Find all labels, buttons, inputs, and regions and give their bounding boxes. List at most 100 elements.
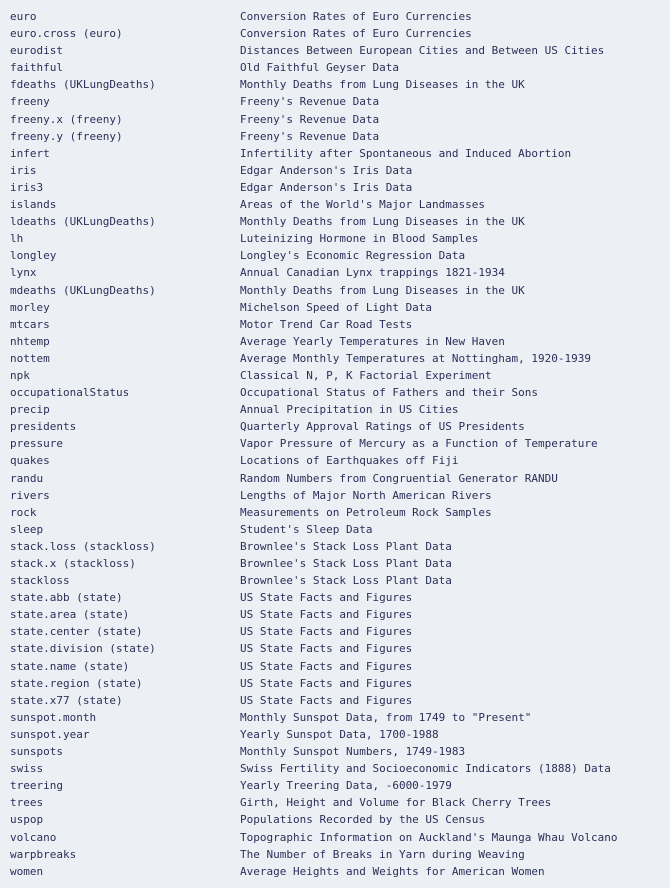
dataset-description: Monthly Sunspot Numbers, 1749-1983 <box>240 745 465 758</box>
dataset-row: infertInfertility after Spontaneous and … <box>10 145 660 162</box>
dataset-description: Conversion Rates of Euro Currencies <box>240 27 472 40</box>
dataset-name: faithful <box>10 59 240 76</box>
dataset-row: eurodistDistances Between European Citie… <box>10 42 660 59</box>
dataset-row: longleyLongley's Economic Regression Dat… <box>10 247 660 264</box>
dataset-name: iris3 <box>10 179 240 196</box>
dataset-name: occupationalStatus <box>10 384 240 401</box>
dataset-description: Brownlee's Stack Loss Plant Data <box>240 557 452 570</box>
dataset-name: state.x77 (state) <box>10 692 240 709</box>
dataset-description: Locations of Earthquakes off Fiji <box>240 454 459 467</box>
dataset-description: Brownlee's Stack Loss Plant Data <box>240 540 452 553</box>
dataset-row: nottemAverage Monthly Temperatures at No… <box>10 350 660 367</box>
dataset-name: lynx <box>10 264 240 281</box>
dataset-description: Old Faithful Geyser Data <box>240 61 399 74</box>
dataset-name: nhtemp <box>10 333 240 350</box>
dataset-row: state.abb (state)US State Facts and Figu… <box>10 589 660 606</box>
dataset-description: Freeny's Revenue Data <box>240 130 379 143</box>
dataset-description: Motor Trend Car Road Tests <box>240 318 412 331</box>
dataset-row: volcanoTopographic Information on Auckla… <box>10 829 660 846</box>
dataset-name: fdeaths (UKLungDeaths) <box>10 76 240 93</box>
dataset-row: treesGirth, Height and Volume for Black … <box>10 794 660 811</box>
dataset-description: Girth, Height and Volume for Black Cherr… <box>240 796 551 809</box>
dataset-description: Monthly Deaths from Lung Diseases in the… <box>240 284 525 297</box>
dataset-row: warpbreaksThe Number of Breaks in Yarn d… <box>10 846 660 863</box>
dataset-row: swissSwiss Fertility and Socioeconomic I… <box>10 760 660 777</box>
dataset-name: uspop <box>10 811 240 828</box>
dataset-name: rock <box>10 504 240 521</box>
dataset-row: state.name (state)US State Facts and Fig… <box>10 658 660 675</box>
dataset-description: Edgar Anderson's Iris Data <box>240 164 412 177</box>
dataset-row: uspopPopulations Recorded by the US Cens… <box>10 811 660 828</box>
dataset-name: state.area (state) <box>10 606 240 623</box>
dataset-name: iris <box>10 162 240 179</box>
dataset-name: precip <box>10 401 240 418</box>
dataset-row: iris3Edgar Anderson's Iris Data <box>10 179 660 196</box>
dataset-name: randu <box>10 470 240 487</box>
dataset-description: Areas of the World's Major Landmasses <box>240 198 485 211</box>
dataset-row: stack.loss (stackloss)Brownlee's Stack L… <box>10 538 660 555</box>
dataset-description: Yearly Sunspot Data, 1700-1988 <box>240 728 439 741</box>
dataset-description: Annual Precipitation in US Cities <box>240 403 459 416</box>
dataset-row: euro.cross (euro)Conversion Rates of Eur… <box>10 25 660 42</box>
dataset-row: fdeaths (UKLungDeaths)Monthly Deaths fro… <box>10 76 660 93</box>
dataset-row: freeny.x (freeny)Freeny's Revenue Data <box>10 111 660 128</box>
dataset-description: Swiss Fertility and Socioeconomic Indica… <box>240 762 611 775</box>
dataset-row: mtcarsMotor Trend Car Road Tests <box>10 316 660 333</box>
dataset-name: state.center (state) <box>10 623 240 640</box>
dataset-row: state.region (state)US State Facts and F… <box>10 675 660 692</box>
dataset-name: sleep <box>10 521 240 538</box>
dataset-description: Monthly Deaths from Lung Diseases in the… <box>240 215 525 228</box>
dataset-name: mtcars <box>10 316 240 333</box>
dataset-row: islandsAreas of the World's Major Landma… <box>10 196 660 213</box>
dataset-name: sunspot.year <box>10 726 240 743</box>
dataset-row: morleyMichelson Speed of Light Data <box>10 299 660 316</box>
dataset-row: pressureVapor Pressure of Mercury as a F… <box>10 435 660 452</box>
dataset-row: quakesLocations of Earthquakes off Fiji <box>10 452 660 469</box>
dataset-description: Brownlee's Stack Loss Plant Data <box>240 574 452 587</box>
dataset-row: rockMeasurements on Petroleum Rock Sampl… <box>10 504 660 521</box>
dataset-description: Topographic Information on Auckland's Ma… <box>240 831 618 844</box>
dataset-name: freeny <box>10 93 240 110</box>
dataset-description: US State Facts and Figures <box>240 694 412 707</box>
dataset-description: Longley's Economic Regression Data <box>240 249 465 262</box>
dataset-row: euroConversion Rates of Euro Currencies <box>10 8 660 25</box>
dataset-description: Occupational Status of Fathers and their… <box>240 386 538 399</box>
dataset-description: US State Facts and Figures <box>240 677 412 690</box>
dataset-name: euro <box>10 8 240 25</box>
dataset-row: randuRandom Numbers from Congruential Ge… <box>10 470 660 487</box>
dataset-name: longley <box>10 247 240 264</box>
dataset-row: freenyFreeny's Revenue Data <box>10 93 660 110</box>
dataset-name: euro.cross (euro) <box>10 25 240 42</box>
dataset-name: swiss <box>10 760 240 777</box>
dataset-name: nottem <box>10 350 240 367</box>
dataset-description: Yearly Treering Data, -6000-1979 <box>240 779 452 792</box>
dataset-description: US State Facts and Figures <box>240 625 412 638</box>
dataset-description: Populations Recorded by the US Census <box>240 813 485 826</box>
dataset-description: Luteinizing Hormone in Blood Samples <box>240 232 478 245</box>
dataset-name: state.region (state) <box>10 675 240 692</box>
dataset-name: mdeaths (UKLungDeaths) <box>10 282 240 299</box>
dataset-row: npkClassical N, P, K Factorial Experimen… <box>10 367 660 384</box>
dataset-name: trees <box>10 794 240 811</box>
dataset-description: US State Facts and Figures <box>240 591 412 604</box>
dataset-name: presidents <box>10 418 240 435</box>
dataset-row: presidentsQuarterly Approval Ratings of … <box>10 418 660 435</box>
dataset-row: stacklossBrownlee's Stack Loss Plant Dat… <box>10 572 660 589</box>
dataset-row: sunspot.monthMonthly Sunspot Data, from … <box>10 709 660 726</box>
dataset-description: Measurements on Petroleum Rock Samples <box>240 506 492 519</box>
dataset-description: Freeny's Revenue Data <box>240 95 379 108</box>
dataset-description: Classical N, P, K Factorial Experiment <box>240 369 492 382</box>
dataset-description: Random Numbers from Congruential Generat… <box>240 472 558 485</box>
dataset-description: Average Monthly Temperatures at Nottingh… <box>240 352 591 365</box>
dataset-row: sunspotsMonthly Sunspot Numbers, 1749-19… <box>10 743 660 760</box>
dataset-name: treering <box>10 777 240 794</box>
dataset-description: Conversion Rates of Euro Currencies <box>240 10 472 23</box>
dataset-name: warpbreaks <box>10 846 240 863</box>
dataset-name: lh <box>10 230 240 247</box>
dataset-row: womenAverage Heights and Weights for Ame… <box>10 863 660 880</box>
dataset-name: sunspots <box>10 743 240 760</box>
dataset-description: The Number of Breaks in Yarn during Weav… <box>240 848 525 861</box>
dataset-row: riversLengths of Major North American Ri… <box>10 487 660 504</box>
dataset-row: stack.x (stackloss)Brownlee's Stack Loss… <box>10 555 660 572</box>
dataset-name: women <box>10 863 240 880</box>
